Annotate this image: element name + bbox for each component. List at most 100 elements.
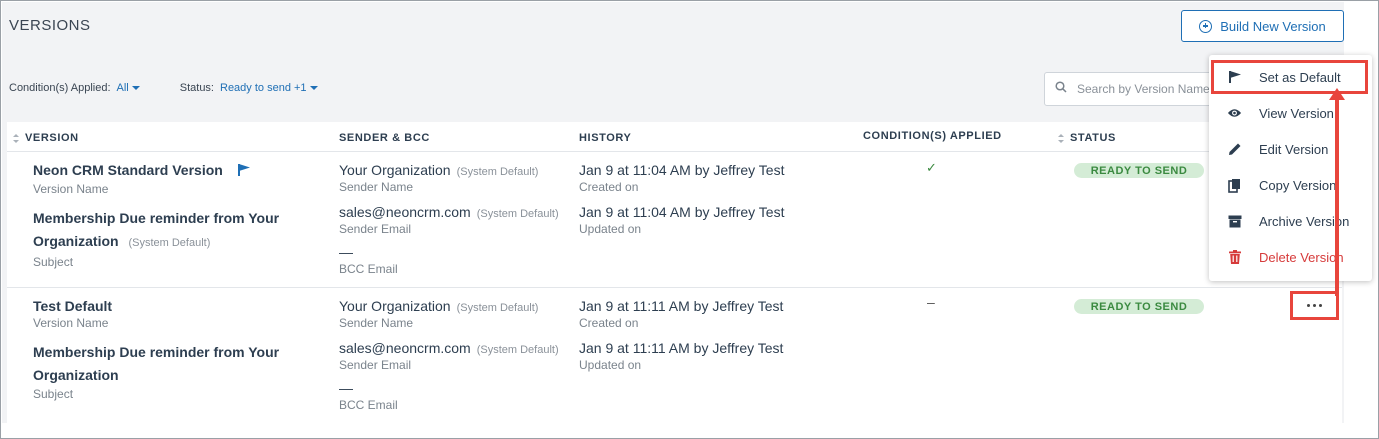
subject: Membership Due reminder from Your Organi… [33, 207, 283, 255]
menu-item-label: View Version [1259, 105, 1334, 121]
bcc-email-caption: BCC Email [339, 262, 398, 276]
status-filter-label: Status: [179, 82, 214, 94]
sort-icon [1058, 133, 1064, 143]
system-default-note: (System Default) [476, 344, 559, 356]
column-sender: SENDER & BCC [339, 132, 430, 144]
sender-name: Your Organization [339, 162, 451, 178]
dot [1313, 304, 1316, 307]
conditions-filter-label: Condition(s) Applied: [9, 82, 111, 94]
eye-icon [1227, 106, 1242, 121]
system-default-note: (System Default) [456, 302, 539, 314]
build-new-version-button[interactable]: Build New Version [1181, 10, 1344, 42]
dot [1319, 304, 1322, 307]
bcc-email-caption: BCC Email [339, 398, 398, 412]
version-cell: Neon CRM Standard Version Version Name M… [33, 162, 283, 269]
column-status-label: STATUS [1070, 132, 1116, 144]
conditions-filter-dropdown[interactable]: All [117, 82, 140, 94]
created-on-caption: Created on [579, 316, 639, 330]
column-history-label: HISTORY [579, 132, 632, 144]
subject: Membership Due reminder from Your Organi… [33, 341, 283, 387]
menu-item-label: Copy Version [1259, 177, 1337, 193]
plus-circle-icon [1199, 19, 1213, 33]
chevron-down-icon [309, 86, 318, 90]
column-conditions: CONDITION(S) APPLIED [863, 130, 1002, 142]
versions-table: VERSION SENDER & BCC HISTORY CONDITION(S… [7, 122, 1342, 423]
menu-item-view-version[interactable]: View Version [1209, 95, 1372, 131]
version-name-caption: Version Name [33, 181, 109, 196]
status-filter-dropdown[interactable]: Ready to send +1 [220, 82, 318, 94]
chevron-down-icon [131, 86, 140, 90]
sender-name-caption: Sender Name [339, 180, 414, 194]
system-default-note: (System Default) [476, 208, 559, 220]
conditions-filter: Condition(s) Applied: All [9, 82, 140, 94]
subject-line-1: Membership Due reminder from Your [33, 209, 280, 226]
created-on-value: Jan 9 at 11:11 AM by Jeffrey Test [579, 298, 784, 314]
version-name[interactable]: Neon CRM Standard Version [33, 162, 283, 180]
column-version[interactable]: VERSION [13, 132, 79, 144]
pencil-icon [1227, 142, 1242, 157]
bcc-email: — [339, 244, 353, 260]
status-badge: READY TO SEND [1074, 299, 1204, 314]
subject-line-2: Organization [33, 232, 119, 249]
no-conditions-dash: – [927, 294, 935, 310]
copy-icon [1227, 178, 1242, 193]
version-name-text: Neon CRM Standard Version [33, 162, 223, 178]
menu-item-archive-version[interactable]: Archive Version [1209, 203, 1372, 239]
search-icon [1055, 80, 1067, 98]
created-on-value: Jan 9 at 11:04 AM by Jeffrey Test [579, 162, 785, 178]
annotation-arrow-line [1335, 96, 1339, 296]
menu-item-label: Edit Version [1259, 141, 1329, 157]
menu-item-delete-version[interactable]: Delete Version [1209, 239, 1372, 275]
filter-bar: Condition(s) Applied: All Status: Ready … [9, 82, 318, 94]
sender-email-caption: Sender Email [339, 358, 412, 372]
updated-on-caption: Updated on [579, 358, 642, 372]
sender-cell: Your Organization (System Default) Sender… [339, 162, 559, 276]
sender-name-caption: Sender Name [339, 316, 414, 330]
updated-on-caption: Updated on [579, 222, 642, 236]
menu-item-edit-version[interactable]: Edit Version [1209, 131, 1372, 167]
history-cell: Jan 9 at 11:11 AM by Jeffrey Test Create… [579, 298, 783, 372]
updated-on-value: Jan 9 at 11:11 AM by Jeffrey Test [579, 340, 784, 356]
version-cell: Test Default Version Name Membership Due… [33, 298, 283, 401]
trash-icon [1227, 250, 1242, 265]
sort-icon [13, 133, 19, 143]
column-status[interactable]: STATUS [1058, 132, 1116, 144]
column-history: HISTORY [579, 132, 632, 144]
condition-applied-check-icon: ✓ [926, 160, 937, 175]
annotation-arrow-head-icon [1329, 88, 1345, 100]
version-name[interactable]: Test Default [33, 298, 283, 314]
search-input[interactable] [1077, 82, 1213, 96]
subject-caption: Subject [33, 387, 74, 401]
subject-line-2: Organization [33, 367, 119, 383]
archive-icon [1227, 214, 1242, 229]
updated-on-value: Jan 9 at 11:04 AM by Jeffrey Test [579, 204, 785, 220]
default-flag-icon [237, 163, 251, 180]
menu-item-copy-version[interactable]: Copy Version [1209, 167, 1372, 203]
column-sender-label: SENDER & BCC [339, 132, 430, 144]
dot [1307, 304, 1310, 307]
build-new-version-label: Build New Version [1220, 18, 1326, 34]
sender-email-caption: Sender Email [339, 222, 412, 236]
table-header: VERSION SENDER & BCC HISTORY CONDITION(S… [7, 122, 1342, 152]
table-row: Neon CRM Standard Version Version Name M… [7, 152, 1342, 288]
search-box [1044, 72, 1214, 106]
bcc-email: — [339, 380, 353, 396]
menu-item-label: Delete Version [1259, 249, 1344, 265]
version-name-caption: Version Name [33, 316, 109, 330]
table-row: Test Default Version Name Membership Due… [7, 288, 1342, 423]
column-version-label: VERSION [25, 132, 79, 144]
status-filter: Status: Ready to send +1 [180, 82, 318, 94]
system-default-note: (System Default) [128, 236, 211, 249]
sender-email: sales@neoncrm.com [339, 204, 471, 220]
created-on-caption: Created on [579, 180, 639, 194]
status-filter-value: Ready to send +1 [220, 82, 307, 94]
history-cell: Jan 9 at 11:04 AM by Jeffrey Test Create… [579, 162, 784, 236]
conditions-filter-value: All [116, 82, 129, 94]
subject-line-1: Membership Due reminder from Your [33, 344, 280, 360]
sender-cell: Your Organization (System Default) Sender… [339, 298, 559, 412]
subject-caption: Subject [33, 254, 74, 269]
sender-email: sales@neoncrm.com [339, 340, 471, 356]
system-default-note: (System Default) [456, 166, 539, 178]
column-conditions-label: CONDITION(S) APPLIED [863, 130, 1002, 142]
more-actions-button[interactable] [1290, 291, 1339, 320]
